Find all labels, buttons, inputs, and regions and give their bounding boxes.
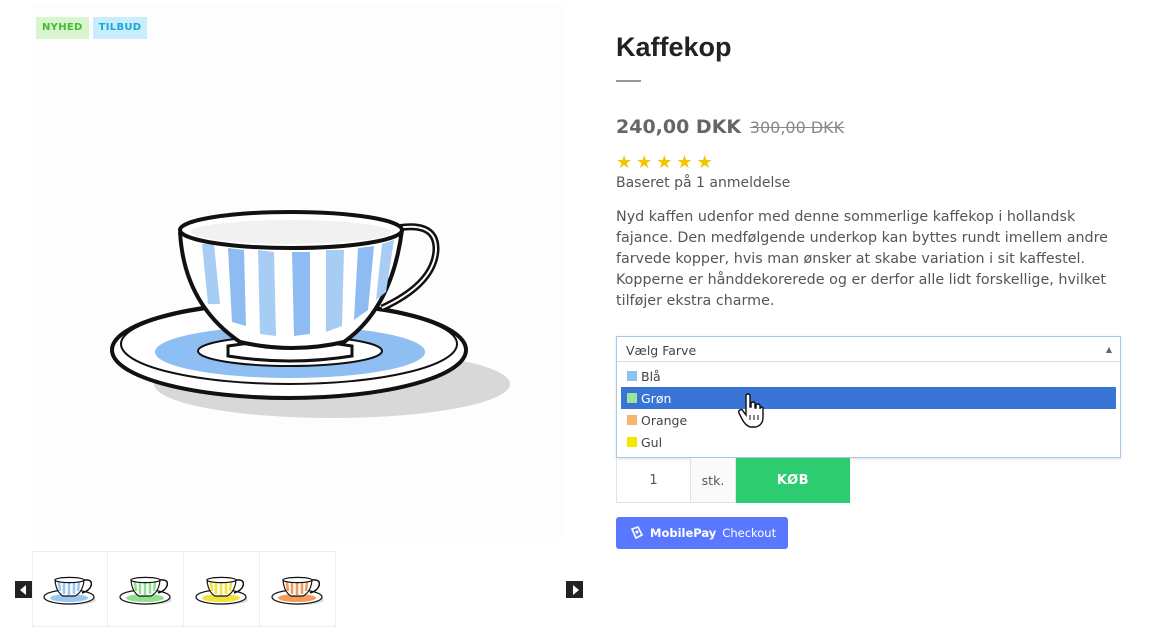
color-swatch xyxy=(627,415,637,425)
thumbnail-orange-cup[interactable] xyxy=(260,551,336,627)
sale-badge: TILBUD xyxy=(92,17,148,39)
color-option-label: Gul xyxy=(641,434,663,450)
product-title: Kaffekop xyxy=(616,32,732,62)
buy-button[interactable]: KØB xyxy=(736,458,850,503)
chevron-left-icon xyxy=(19,584,26,595)
color-option[interactable]: Grøn xyxy=(621,387,1116,409)
old-price: 300,00 DKK xyxy=(749,118,845,137)
color-option[interactable]: Blå xyxy=(621,365,1116,387)
cup-illustration xyxy=(110,210,510,418)
thumbnail-green-cup[interactable] xyxy=(108,551,184,627)
star-icon: ★ xyxy=(676,152,693,173)
thumbnail-next-button[interactable] xyxy=(566,581,583,598)
color-option-label: Grøn xyxy=(641,390,672,406)
thumbnail-blue-cup[interactable] xyxy=(32,551,108,627)
color-options-list: Blå Grøn Orange Gul xyxy=(617,365,1120,453)
title-divider xyxy=(616,80,641,82)
color-option[interactable]: Gul xyxy=(621,431,1116,453)
review-count[interactable]: Baseret på 1 anmeldelse xyxy=(616,175,790,191)
chevron-right-icon xyxy=(572,584,579,595)
quantity-input[interactable]: 1 xyxy=(616,458,691,503)
current-price: 240,00 DKK xyxy=(616,116,742,138)
quantity-unit: stk. xyxy=(691,458,736,503)
star-icon: ★ xyxy=(656,152,673,173)
cup-thumbnail-icon xyxy=(270,576,324,605)
mobilepay-brand: MobilePay xyxy=(650,526,717,540)
color-select-head[interactable]: Vælg Farve ▲ xyxy=(617,337,1120,362)
product-description: Nyd kaffen udenfor med denne sommerlige … xyxy=(616,209,1108,309)
caret-up-icon: ▲ xyxy=(1105,345,1112,354)
cup-thumbnail-icon xyxy=(118,576,172,605)
color-option[interactable]: Orange xyxy=(621,409,1116,431)
mobilepay-label: Checkout xyxy=(722,526,777,540)
badges: NYHED TILBUD xyxy=(36,17,148,39)
color-swatch xyxy=(627,437,637,447)
color-swatch xyxy=(627,371,637,381)
thumbnail-yellow-cup[interactable] xyxy=(184,551,260,627)
mobilepay-checkout-button[interactable]: MobilePay Checkout xyxy=(616,517,788,549)
thumbnail-strip xyxy=(32,551,336,627)
color-select-placeholder: Vælg Farve xyxy=(626,343,697,358)
mobilepay-icon xyxy=(630,526,644,540)
hand-cursor-icon xyxy=(738,393,764,428)
rating-stars[interactable]: ★ ★ ★ ★ ★ xyxy=(616,153,713,173)
cup-thumbnail-icon xyxy=(43,576,96,605)
price-block: 240,00 DKK 300,00 DKK xyxy=(616,116,844,138)
star-icon: ★ xyxy=(616,152,633,173)
thumbnail-prev-button[interactable] xyxy=(15,581,32,598)
color-option-label: Blå xyxy=(641,368,661,384)
star-icon: ★ xyxy=(696,152,713,173)
cup-thumbnail-icon xyxy=(194,576,248,605)
new-badge: NYHED xyxy=(36,17,89,39)
color-option-label: Orange xyxy=(641,412,688,428)
star-icon: ★ xyxy=(636,152,653,173)
product-main-image[interactable] xyxy=(32,4,566,538)
purchase-row: 1 stk. KØB xyxy=(616,458,850,503)
color-swatch xyxy=(627,393,637,403)
color-select[interactable]: Vælg Farve ▲ Blå Grøn Orange Gul xyxy=(616,336,1121,458)
